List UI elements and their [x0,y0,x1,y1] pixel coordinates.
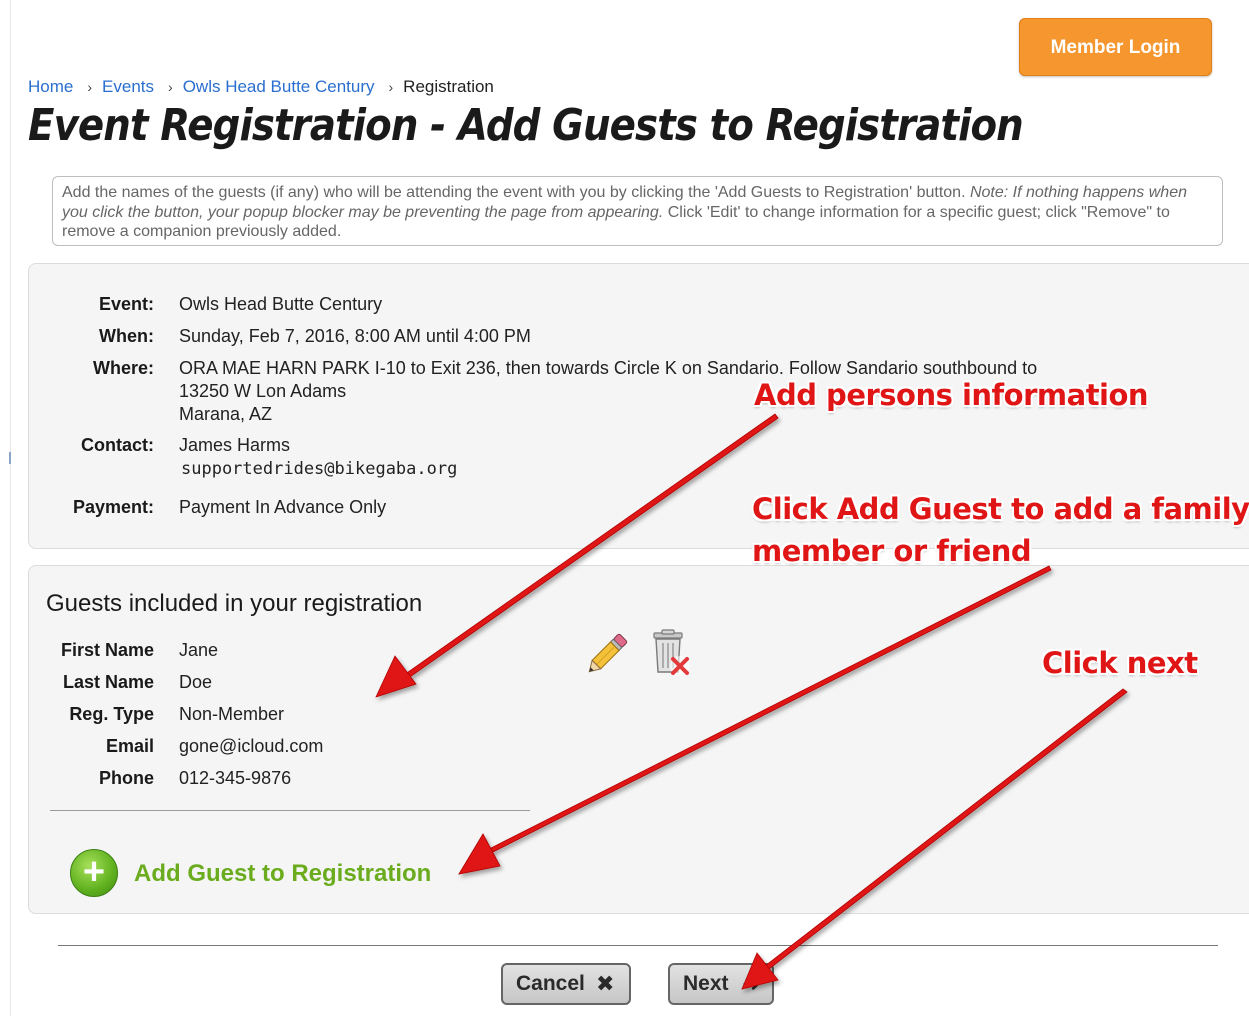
first-name-value: Jane [179,640,219,660]
reg-type-value: Non-Member [179,704,285,724]
breadcrumb-separator-icon: › [388,79,394,95]
phone-value: 012-345-9876 [179,768,292,788]
last-name-value: Doe [179,672,213,692]
breadcrumb: Home › Events › Owls Head Butte Century › Regi… [28,77,494,97]
breadcrumb-current: Registration [403,77,494,96]
edit-pencil-icon[interactable] [582,629,632,679]
first-name-label: First Name [60,640,154,660]
page-title: Event Registration - Add Guests to Regis… [28,100,1024,151]
where-value-line-2: 13250 W Lon Adams [179,381,347,401]
event-label: Event: [98,294,154,314]
plus-circle-icon: + [70,849,118,897]
annotation-click-next: Click next [1042,646,1198,680]
reg-type-label: Reg. Type [69,704,154,724]
event-value: Owls Head Butte Century [179,294,383,314]
email-label: Email [105,736,154,756]
instructions-text: Add the names of the guests (if any) who… [62,184,970,201]
left-marker [9,452,11,464]
payment-label: Payment: [72,497,154,517]
annotation-add-guest-line-1: Click Add Guest to add a family [752,492,1249,526]
email-value: gone@icloud.com [179,736,324,756]
left-border [10,0,11,1016]
guests-heading: Guests included in your registration [46,590,423,617]
contact-email-link[interactable]: supportedrides@bikegaba.org [181,458,457,480]
where-value-line-3: Marana, AZ [179,404,273,424]
last-name-label: Last Name [62,672,154,692]
cancel-label: Cancel [516,972,585,995]
next-button[interactable]: Next ➜ [668,963,774,1005]
instructions-box: Add the names of the guests (if any) who… [52,176,1223,246]
breadcrumb-separator-icon: › [168,79,173,95]
arrow-right-icon: ➜ [742,971,761,996]
payment-value: Payment In Advance Only [179,497,387,517]
where-label: Where: [92,358,154,378]
contact-name: James Harms [179,435,291,455]
cancel-button[interactable]: Cancel ✖ [501,963,631,1005]
breadcrumb-home-link[interactable]: Home [28,77,73,96]
annotation-add-guest-line-2: member or friend [752,534,1032,568]
bottom-divider [58,945,1218,946]
breadcrumb-separator-icon: › [87,79,93,95]
phone-label: Phone [98,768,154,788]
close-x-icon: ✖ [596,971,615,996]
breadcrumb-event-link[interactable]: Owls Head Butte Century [183,77,375,96]
annotation-add-persons: Add persons information [754,378,1149,412]
when-value: Sunday, Feb 7, 2016, 8:00 AM until 4:00 … [179,326,531,346]
guest-divider [50,810,530,811]
contact-label: Contact: [81,435,154,455]
next-label: Next [683,972,729,995]
member-login-button[interactable]: Member Login [1019,18,1212,76]
add-guest-label: Add Guest to Registration [134,860,432,887]
when-label: When: [99,326,154,346]
remove-trash-icon[interactable] [648,628,694,680]
breadcrumb-events-link[interactable]: Events [102,77,154,96]
